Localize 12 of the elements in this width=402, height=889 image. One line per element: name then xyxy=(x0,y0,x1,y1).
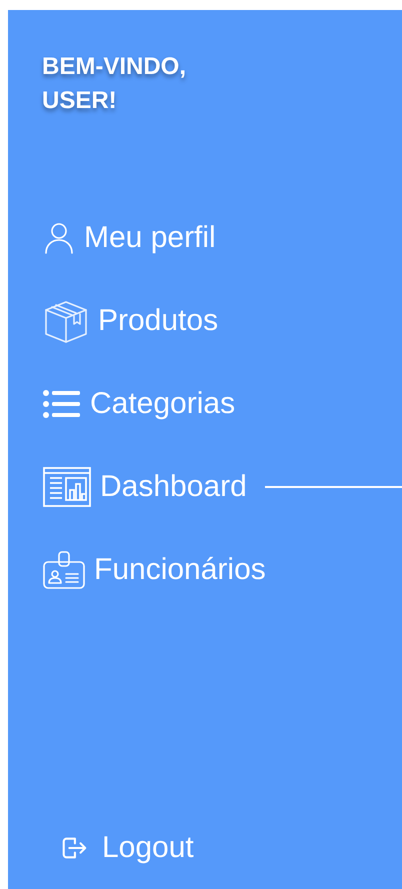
nav-item[interactable]: Categorias xyxy=(42,387,236,421)
id-badge-icon xyxy=(42,550,86,590)
welcome-heading: BEM-VINDO, USER! xyxy=(42,52,186,116)
dashboard-icon xyxy=(42,466,92,508)
logout-button[interactable]: Logout xyxy=(60,831,194,865)
person-icon xyxy=(42,221,76,255)
list-icon xyxy=(42,389,82,419)
nav-item[interactable]: Meu perfil xyxy=(42,221,216,255)
nav-item[interactable]: Produtos xyxy=(42,298,218,344)
nav-item[interactable]: Funcionários xyxy=(42,550,266,590)
box-icon xyxy=(42,298,90,344)
nav-item[interactable]: Dashboard xyxy=(42,466,247,508)
